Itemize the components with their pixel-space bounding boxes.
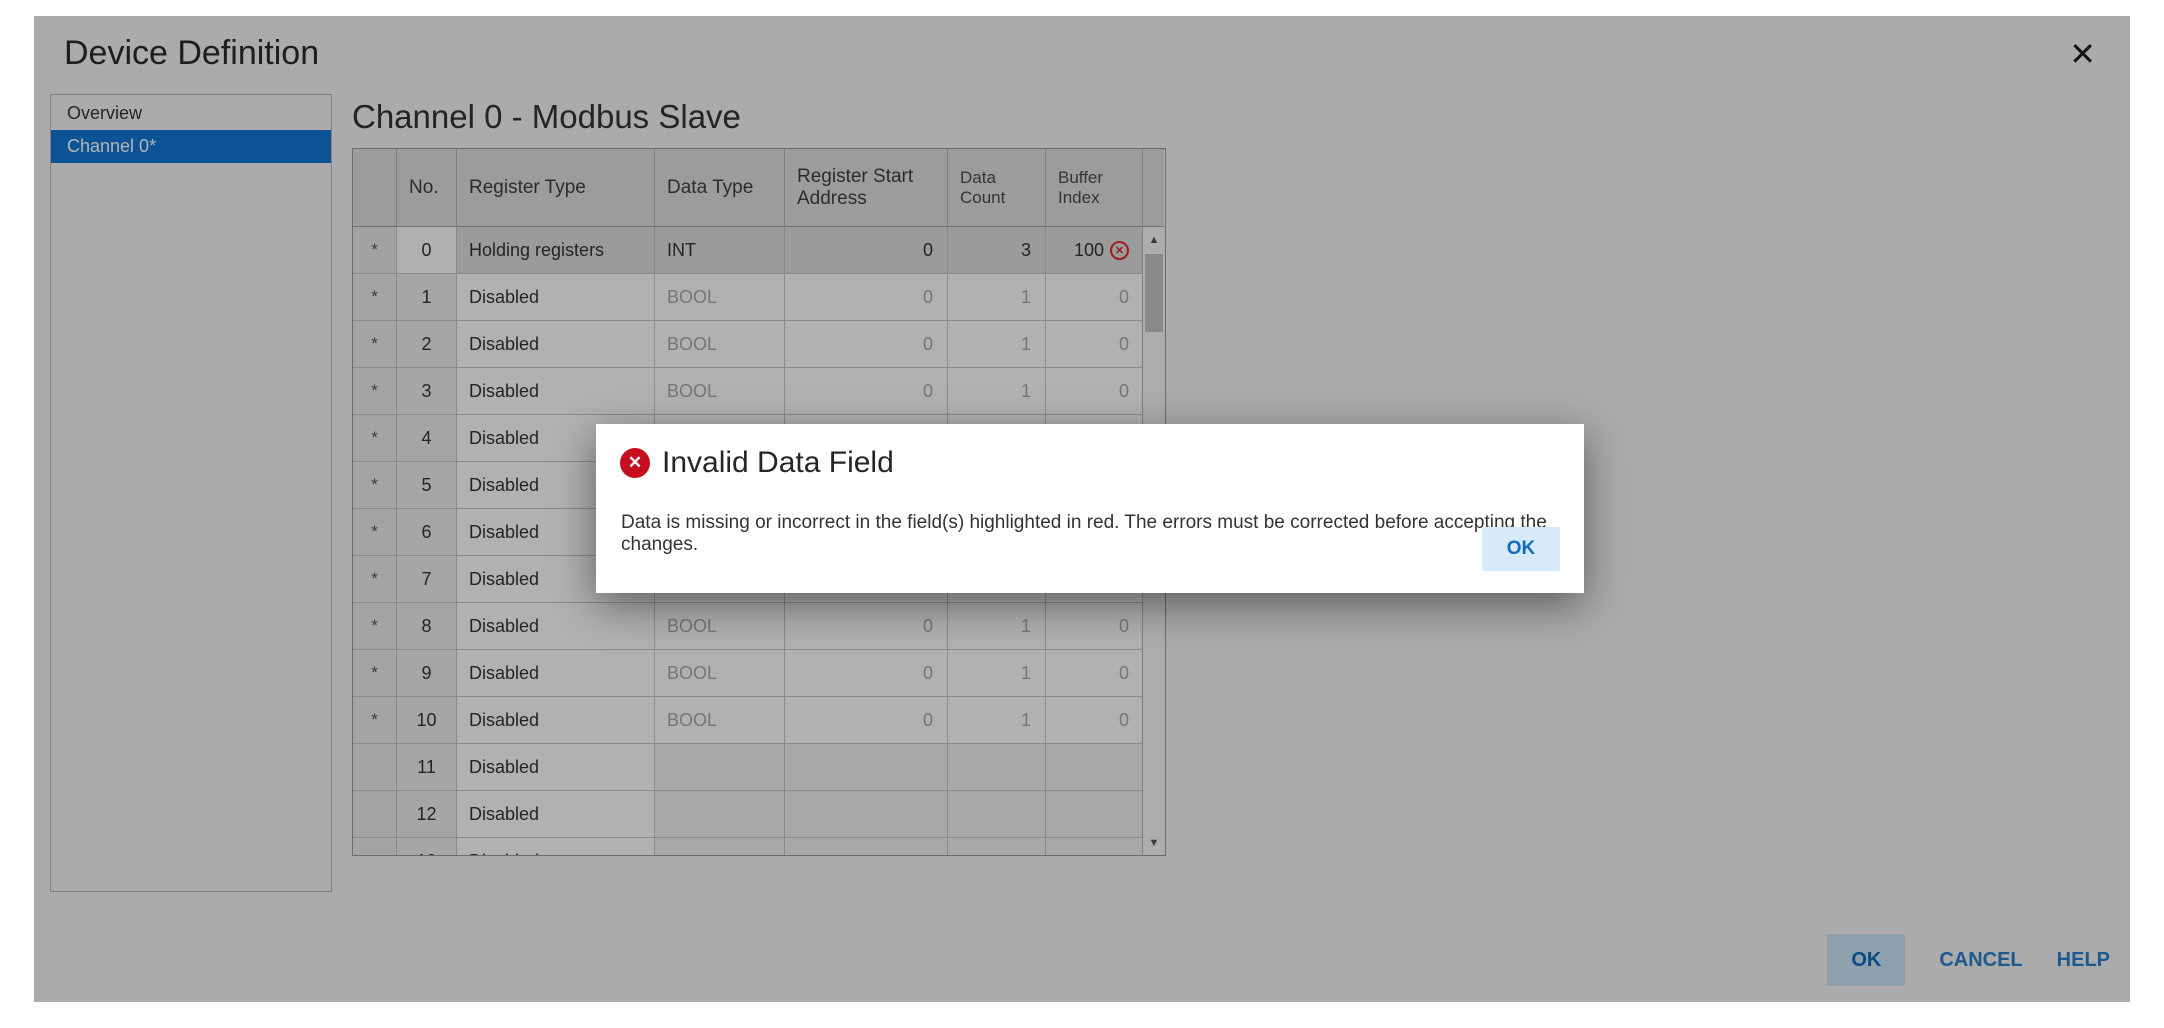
modal-header: ✕ Invalid Data Field [620, 446, 894, 480]
modal-message: Data is missing or incorrect in the fiel… [621, 512, 1561, 556]
error-icon: ✕ [620, 448, 650, 478]
modal-title: Invalid Data Field [662, 446, 894, 480]
invalid-data-field-modal: ✕ Invalid Data Field Data is missing or … [596, 424, 1584, 593]
modal-ok-button[interactable]: OK [1482, 527, 1560, 571]
screen: Device Definition ✕ OverviewChannel 0* C… [0, 0, 2164, 1028]
